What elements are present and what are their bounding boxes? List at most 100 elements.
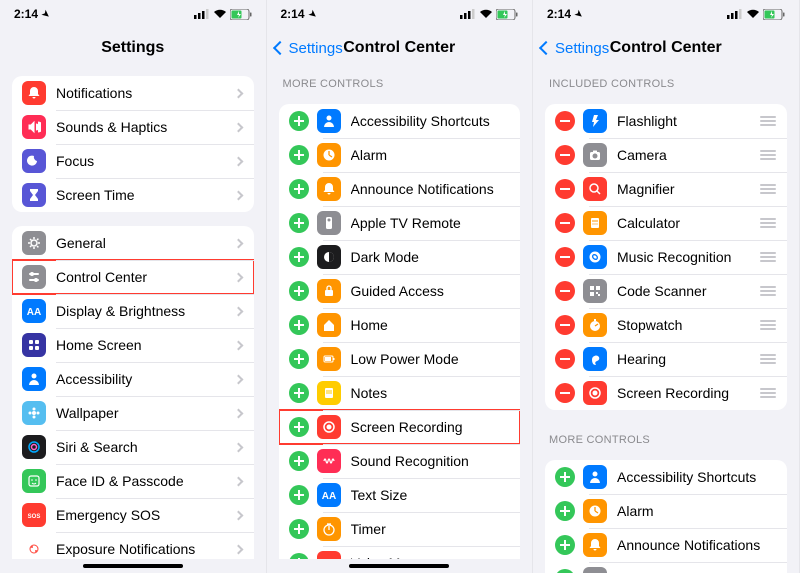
row-display-brightness[interactable]: Display & Brightness [12,294,254,328]
label-low-power-mode: Low Power Mode [351,351,511,367]
reorder-handle[interactable] [759,218,777,228]
label-wallpaper: Wallpaper [56,405,235,421]
home-indicator[interactable] [83,564,183,568]
row-sounds-haptics[interactable]: Sounds & Haptics [12,110,254,144]
row-announce-notifications[interactable]: Announce Notifications [545,528,787,562]
row-stopwatch[interactable]: Stopwatch [545,308,787,342]
row-control-center[interactable]: Control Center [12,260,254,294]
row-hearing[interactable]: Hearing [545,342,787,376]
row-screen-time[interactable]: Screen Time [12,178,254,212]
bell-icon [583,533,607,557]
row-low-power-mode[interactable]: Low Power Mode [279,342,521,376]
siri-icon [22,435,46,459]
row-calculator[interactable]: Calculator [545,206,787,240]
row-alarm[interactable]: Alarm [279,138,521,172]
row-music-recognition[interactable]: Music Recognition [545,240,787,274]
add-button[interactable] [289,383,309,403]
row-siri-search[interactable]: Siri & Search [12,430,254,464]
row-screen-recording[interactable]: Screen Recording [279,410,521,444]
reorder-handle[interactable] [759,354,777,364]
row-dark-mode[interactable]: Dark Mode [279,240,521,274]
battery-icon [230,9,252,20]
row-accessibility[interactable]: Accessibility [12,362,254,396]
reorder-handle[interactable] [759,184,777,194]
row-notes[interactable]: Notes [279,376,521,410]
remove-button[interactable] [555,111,575,131]
wave-icon [317,551,341,559]
add-button[interactable] [289,281,309,301]
add-button[interactable] [555,501,575,521]
reorder-handle[interactable] [759,252,777,262]
bell-icon [317,177,341,201]
remove-button[interactable] [555,315,575,335]
row-voice-memos[interactable]: Voice Memos [279,546,521,559]
row-magnifier[interactable]: Magnifier [545,172,787,206]
chevron-right-icon [233,238,243,248]
row-focus[interactable]: Focus [12,144,254,178]
row-code-scanner[interactable]: Code Scanner [545,274,787,308]
remove-button[interactable] [555,247,575,267]
chevron-right-icon [233,476,243,486]
row-screen-recording[interactable]: Screen Recording [545,376,787,410]
row-home[interactable]: Home [279,308,521,342]
row-accessibility-shortcuts[interactable]: Accessibility Shortcuts [545,460,787,494]
add-button[interactable] [555,569,575,573]
remove-button[interactable] [555,281,575,301]
add-button[interactable] [289,111,309,131]
remove-button[interactable] [555,145,575,165]
row-apple-tv-remote[interactable]: Apple TV Remote [279,206,521,240]
add-button[interactable] [289,213,309,233]
more-controls-list[interactable]: More Controls Accessibility Shortcuts Al… [267,68,533,559]
back-button[interactable]: Settings [541,40,609,57]
row-emergency-sos[interactable]: Emergency SOS [12,498,254,532]
remove-button[interactable] [555,213,575,233]
add-button[interactable] [289,451,309,471]
row-notifications[interactable]: Notifications [12,76,254,110]
row-home-screen[interactable]: Home Screen [12,328,254,362]
clock-icon [317,143,341,167]
row-announce-notifications[interactable]: Announce Notifications [279,172,521,206]
row-face-id-passcode[interactable]: Face ID & Passcode [12,464,254,498]
row-sound-recognition[interactable]: Sound Recognition [279,444,521,478]
home-indicator[interactable] [349,564,449,568]
add-button[interactable] [289,417,309,437]
row-flashlight[interactable]: Flashlight [545,104,787,138]
reorder-handle[interactable] [759,286,777,296]
label-sound-recognition: Sound Recognition [351,453,511,469]
row-timer[interactable]: Timer [279,512,521,546]
add-button[interactable] [289,247,309,267]
add-button[interactable] [289,553,309,559]
row-exposure-notifications[interactable]: Exposure Notifications [12,532,254,559]
add-button[interactable] [289,145,309,165]
clock-icon [583,499,607,523]
add-button[interactable] [289,179,309,199]
row-camera[interactable]: Camera [545,138,787,172]
row-general[interactable]: General [12,226,254,260]
add-button[interactable] [555,535,575,555]
reorder-handle[interactable] [759,150,777,160]
row-accessibility-shortcuts[interactable]: Accessibility Shortcuts [279,104,521,138]
row-apple-tv-remote[interactable]: Apple TV Remote [545,562,787,573]
add-button[interactable] [289,519,309,539]
row-text-size[interactable]: Text Size [279,478,521,512]
add-button[interactable] [555,467,575,487]
remove-button[interactable] [555,383,575,403]
add-button[interactable] [289,349,309,369]
chevron-right-icon [233,156,243,166]
add-button[interactable] [289,315,309,335]
settings-list[interactable]: Notifications Sounds & Haptics Focus Scr… [0,68,266,559]
reorder-handle[interactable] [759,116,777,126]
reorder-handle[interactable] [759,388,777,398]
add-button[interactable] [289,485,309,505]
back-button[interactable]: Settings [275,40,343,57]
label-alarm: Alarm [351,147,511,163]
remove-button[interactable] [555,179,575,199]
row-wallpaper[interactable]: Wallpaper [12,396,254,430]
row-alarm[interactable]: Alarm [545,494,787,528]
reorder-handle[interactable] [759,320,777,330]
control-center-list[interactable]: Included Controls Flashlight Camera Magn… [533,68,799,573]
remove-button[interactable] [555,349,575,369]
aa-icon [317,483,341,507]
row-guided-access[interactable]: Guided Access [279,274,521,308]
battery-icon [496,9,518,20]
